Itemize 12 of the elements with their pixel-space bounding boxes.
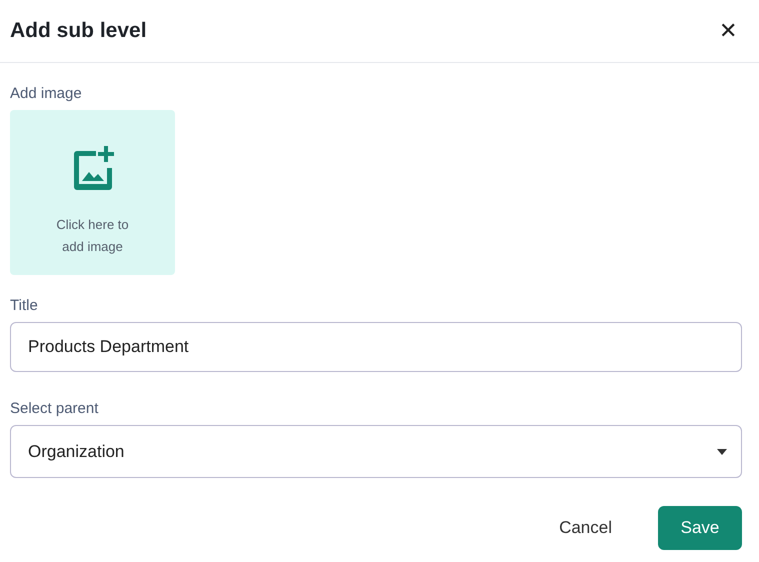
field-label: Title <box>10 297 38 314</box>
field-label: Add image <box>10 85 82 102</box>
close-button[interactable]: ✕ <box>715 20 741 42</box>
image-upload-area[interactable]: Click here to add image <box>10 110 175 275</box>
title-input-field[interactable]: Products Department <box>10 322 742 372</box>
cancel-button[interactable]: Cancel <box>553 517 618 539</box>
parent-dropdown[interactable]: Organization <box>10 425 742 478</box>
field-label: Select parent <box>10 400 98 417</box>
upload-hint: Click here to add image <box>55 216 130 256</box>
dialog-title: Add sub level <box>10 19 147 43</box>
caret-icon <box>717 448 727 454</box>
save-button[interactable]: Save <box>658 506 742 550</box>
